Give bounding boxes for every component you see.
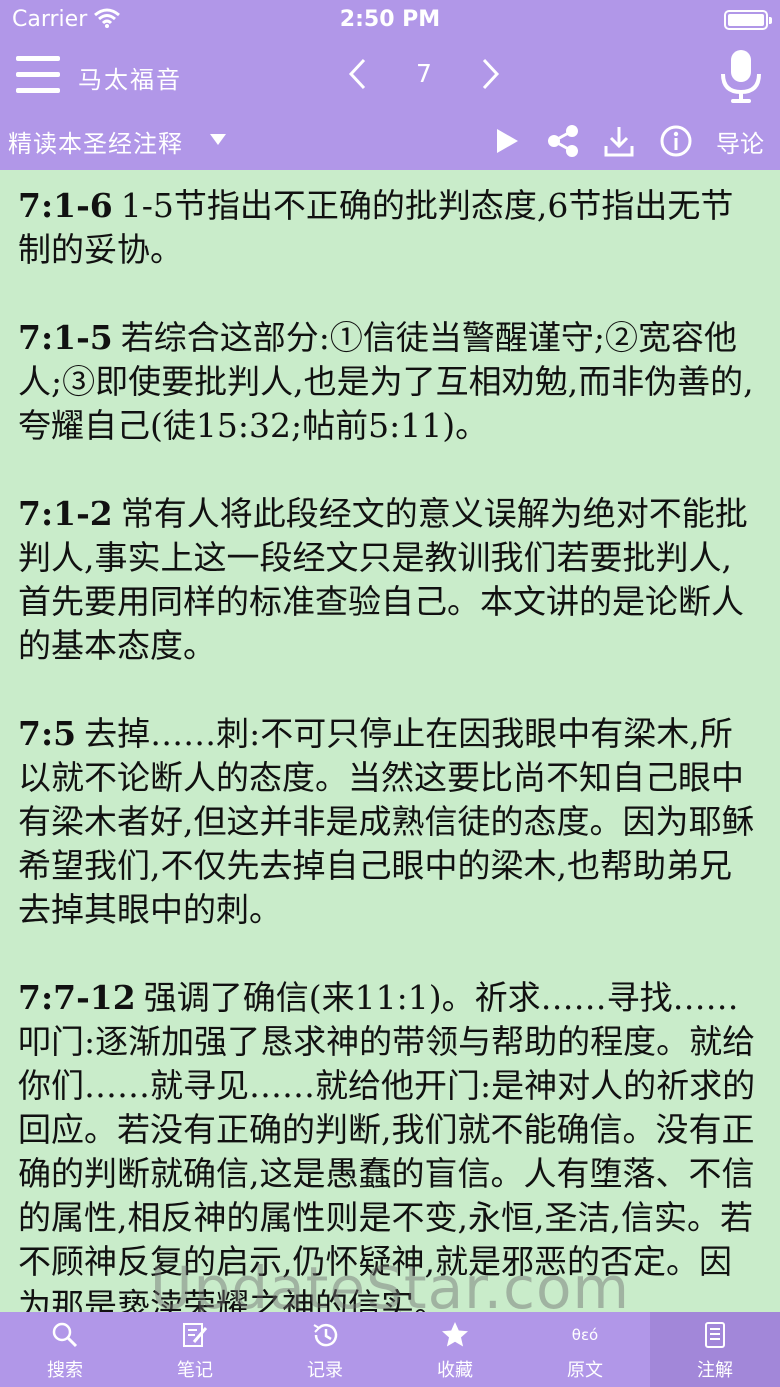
commentary-toolbar: 精读本圣经注释 导论 [0,118,780,166]
commentary-note: 7:1-6 1-5节指出不正确的批判态度,6节指出无节制的妥协。 [18,184,762,272]
download-icon[interactable] [602,124,636,158]
search-icon [52,1322,78,1348]
chapter-number[interactable]: 7 [404,59,444,88]
notes-edit-icon [183,1323,208,1347]
status-bar: Carrier 2:50 PM [0,0,780,40]
tab-history[interactable]: 记录 [260,1312,390,1387]
commentary-note: 7:5 去掉……刺:不可只停止在因我眼中有梁木,所以就不论断人的态度。当然这要比尚… [18,712,762,932]
chevron-right-icon[interactable] [474,56,504,92]
verse-reference: 7:1-5 [18,318,113,357]
commentary-content[interactable]: 7:1-6 1-5节指出不正确的批判态度,6节指出无节制的妥协。 7:1-5 若综合… [0,170,780,1312]
document-icon [705,1322,725,1348]
tab-favorites[interactable]: 收藏 [390,1312,520,1387]
verse-reference: 7:7-12 [18,978,136,1017]
info-icon[interactable] [659,124,693,158]
note-text: 去掉……刺:不可只停止在因我眼中有梁木,所以就不论断人的态度。当然这要比尚不知自… [18,714,755,929]
tab-label: 收藏 [437,1360,473,1381]
tab-commentary[interactable]: 注解 [650,1312,780,1387]
microphone-icon[interactable] [718,48,764,106]
clock: 2:50 PM [339,7,441,32]
tab-label: 注解 [697,1360,733,1381]
commentary-note: 7:1-5 若综合这部分:①信徒当警醒谨守;②宽容他人;③即使要批判人,也是为了互… [18,316,762,448]
share-icon[interactable] [546,124,580,158]
nav-bar: 马太福音 7 [0,44,780,108]
tab-bar: 搜索 笔记 记录 收藏 θεό 原文 注解 [0,1312,780,1387]
tab-label: 记录 [307,1360,343,1381]
note-text: 常有人将此段经文的意义误解为绝对不能批判人,事实上这一段经文只是教训我们若要批判… [18,494,748,665]
star-icon [442,1322,468,1347]
commentary-source-select[interactable]: 精读本圣经注释 [8,124,183,159]
commentary-note: 7:1-2 常有人将此段经文的意义误解为绝对不能批判人,事实上这一段经文只是教训我… [18,492,762,668]
greek-text-icon: θεό [571,1326,599,1344]
tab-search[interactable]: 搜索 [0,1312,130,1387]
history-clock-icon [313,1323,338,1347]
header: Carrier 2:50 PM 马太福音 7 精读本圣经注释 导论 [0,0,780,170]
chevron-down-icon[interactable] [210,134,226,145]
tab-notes[interactable]: 笔记 [130,1312,260,1387]
menu-icon[interactable] [16,54,60,96]
tab-original-text[interactable]: θεό 原文 [520,1312,650,1387]
verse-reference: 7:5 [18,714,77,753]
tab-label: 搜索 [47,1360,83,1381]
introduction-link[interactable]: 导论 [716,124,764,159]
battery-icon [724,10,772,30]
note-text: 若综合这部分:①信徒当警醒谨守;②宽容他人;③即使要批判人,也是为了互相劝勉,而… [18,318,754,445]
chevron-left-icon[interactable] [344,56,374,92]
play-icon[interactable] [492,126,522,156]
verse-reference: 7:1-2 [18,494,113,533]
note-text: 1-5节指出不正确的批判态度,6节指出无节制的妥协。 [18,186,734,269]
tab-label: 原文 [567,1360,603,1381]
tab-label: 笔记 [177,1360,213,1381]
verse-reference: 7:1-6 [18,186,113,225]
book-title[interactable]: 马太福音 [78,60,182,95]
